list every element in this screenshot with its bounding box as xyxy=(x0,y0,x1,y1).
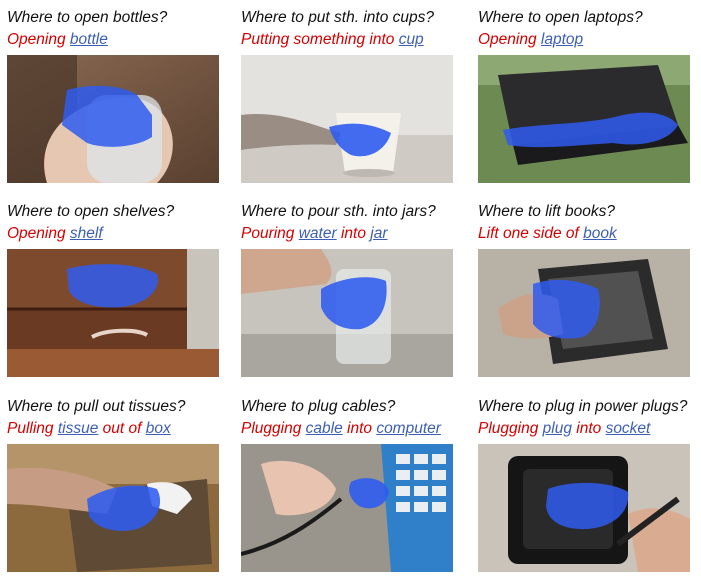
action-word: out of xyxy=(98,420,146,437)
object-word: box xyxy=(145,420,171,437)
object-word: plug xyxy=(542,420,572,437)
photo-book xyxy=(478,249,690,377)
photo-cup xyxy=(241,55,453,183)
action-word: Pulling xyxy=(7,420,58,437)
action-word: into xyxy=(342,420,377,437)
photo-laptop xyxy=(478,55,690,183)
photo-tissue xyxy=(7,444,219,572)
action-word: into xyxy=(336,225,371,242)
question-text: Where to plug cables? xyxy=(241,398,396,415)
photo-shelf xyxy=(7,249,219,377)
question-text: Where to put sth. into cups? xyxy=(241,9,434,26)
object-word: cup xyxy=(398,31,424,48)
object-word: socket xyxy=(605,420,651,437)
object-word: laptop xyxy=(540,31,584,48)
object-word: cable xyxy=(305,420,343,437)
question-text: Where to open laptops? xyxy=(478,9,643,26)
object-word: shelf xyxy=(69,225,103,242)
answer-text: Pouring water into jar xyxy=(241,224,456,243)
panel-bottle: Where to open bottles? Opening bottle xyxy=(7,8,222,183)
object-word: book xyxy=(583,225,617,242)
object-word: computer xyxy=(376,420,441,437)
question-text: Where to pull out tissues? xyxy=(7,398,186,415)
answer-text: Opening bottle xyxy=(7,30,222,49)
affordance-mask xyxy=(533,279,600,339)
panel-tissue: Where to pull out tissues? Pulling tissu… xyxy=(7,397,222,572)
object-word: tissue xyxy=(57,420,99,437)
action-word: into xyxy=(571,420,606,437)
photo-jar xyxy=(241,249,453,377)
object-word: bottle xyxy=(69,31,108,48)
action-word: Plugging xyxy=(478,420,543,437)
photo-bottle xyxy=(7,55,219,183)
answer-text: Opening laptop xyxy=(478,30,693,49)
answer-text: Pulling tissue out of box xyxy=(7,419,222,438)
answer-text: Putting something into cup xyxy=(241,30,456,49)
action-word: Opening xyxy=(478,31,541,48)
question-text: Where to plug in power plugs? xyxy=(478,398,688,415)
action-word: Putting something into xyxy=(241,31,399,48)
panel-plug: Where to plug in power plugs? Plugging p… xyxy=(478,397,693,572)
answer-text: Plugging cable into computer xyxy=(241,419,456,438)
photo-plug xyxy=(478,444,690,572)
question-text: Where to pour sth. into jars? xyxy=(241,203,436,220)
panel-laptop: Where to open laptops? Opening laptop xyxy=(478,8,693,183)
panel-cup: Where to put sth. into cups? Putting som… xyxy=(241,8,456,183)
answer-text: Plugging plug into socket xyxy=(478,419,693,438)
object-word: water xyxy=(298,225,337,242)
action-word: Opening xyxy=(7,225,70,242)
question-text: Where to open bottles? xyxy=(7,9,168,26)
question-text: Where to open shelves? xyxy=(7,203,175,220)
panel-cable: Where to plug cables? Plugging cable int… xyxy=(241,397,456,572)
photo-cable xyxy=(241,444,453,572)
answer-text: Opening shelf xyxy=(7,224,222,243)
object-word: jar xyxy=(370,225,388,242)
answer-text: Lift one side of book xyxy=(478,224,693,243)
question-text: Where to lift books? xyxy=(478,203,615,220)
action-word: Opening xyxy=(7,31,70,48)
panel-book: Where to lift books? Lift one side of bo… xyxy=(478,202,693,377)
action-word: Plugging xyxy=(241,420,306,437)
action-word: Pouring xyxy=(241,225,299,242)
panel-jar: Where to pour sth. into jars? Pouring wa… xyxy=(241,202,456,377)
panel-shelf: Where to open shelves? Opening shelf xyxy=(7,202,222,377)
action-word: Lift one side of xyxy=(478,225,584,242)
